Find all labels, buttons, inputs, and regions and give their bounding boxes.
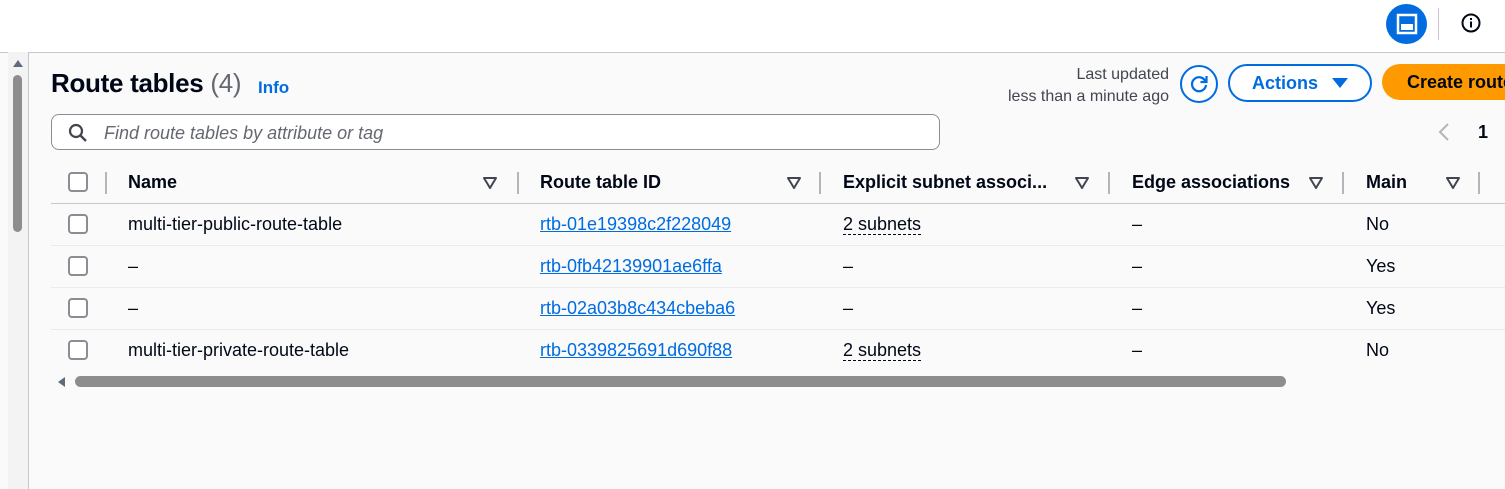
table-row[interactable]: multi-tier-private-route-table rtb-03398… — [51, 330, 1505, 371]
cell-main: Yes — [1366, 256, 1396, 276]
column-separator — [105, 172, 107, 194]
column-header-name[interactable]: Name — [128, 162, 177, 203]
route-table-id-link[interactable]: rtb-01e19398c2f228049 — [540, 214, 731, 235]
previous-page-button[interactable] — [1437, 122, 1451, 147]
refresh-button[interactable] — [1180, 65, 1218, 103]
column-header-main[interactable]: Main — [1366, 162, 1407, 203]
create-route-table-label: Create route table — [1407, 71, 1505, 92]
cell-name: multi-tier-public-route-table — [128, 214, 343, 234]
chevron-left-icon — [1438, 123, 1449, 141]
column-header-route-table-id[interactable]: Route table ID — [540, 162, 661, 203]
cell-name: – — [128, 256, 139, 276]
scroll-up-arrow-icon[interactable] — [13, 60, 23, 67]
scroll-left-arrow-icon[interactable] — [58, 377, 65, 387]
column-resizer[interactable] — [517, 172, 519, 194]
column-header-explicit-subnet[interactable]: Explicit subnet associ... — [843, 162, 1047, 203]
sort-icon[interactable] — [1075, 177, 1089, 189]
page-title-text: Route tables — [51, 68, 204, 98]
row-checkbox[interactable] — [68, 214, 88, 234]
last-updated-label: Last updated — [1076, 66, 1169, 83]
info-icon — [1461, 13, 1481, 33]
caret-down-icon — [1332, 78, 1348, 88]
search-input[interactable] — [102, 119, 926, 147]
vertical-scrollbar[interactable] — [8, 52, 29, 489]
row-checkbox[interactable] — [68, 340, 88, 360]
sort-icon[interactable] — [483, 177, 497, 189]
horizontal-scrollbar-thumb[interactable] — [75, 376, 1286, 387]
route-table-id-link[interactable]: rtb-02a03b8c434cbeba6 — [540, 298, 735, 319]
create-route-table-button[interactable]: Create route table — [1382, 64, 1505, 100]
cell-name: multi-tier-private-route-table — [128, 340, 350, 360]
route-table-id-link[interactable]: rtb-0fb42139901ae6ffa — [540, 256, 722, 277]
info-link[interactable]: Info — [258, 78, 289, 98]
column-resizer[interactable] — [819, 172, 821, 194]
column-resizer[interactable] — [1108, 172, 1110, 194]
search-field[interactable] — [51, 114, 940, 150]
cell-name: – — [128, 298, 139, 318]
route-table-count: (4) — [210, 68, 242, 98]
last-updated-value: less than a minute ago — [1008, 88, 1169, 105]
split-panel-toggle-button[interactable] — [1386, 4, 1427, 44]
split-panel-icon — [1396, 13, 1417, 35]
search-icon — [68, 123, 87, 142]
sort-icon[interactable] — [787, 177, 801, 189]
cell-edge-associations: – — [1132, 256, 1143, 276]
row-checkbox[interactable] — [68, 298, 88, 318]
top-navigation-bar — [0, 0, 1505, 53]
cell-subnet-associations: – — [843, 256, 854, 276]
cell-main: No — [1366, 340, 1390, 360]
actions-label: Actions — [1251, 72, 1318, 93]
table-row[interactable]: – rtb-02a03b8c434cbeba6 – – Yes — [51, 288, 1505, 330]
cell-main: No — [1366, 214, 1390, 234]
subnet-associations-popover[interactable]: 2 subnets — [843, 214, 922, 235]
column-resizer[interactable] — [1478, 172, 1480, 194]
topbar-divider — [1438, 8, 1439, 40]
refresh-icon — [1190, 76, 1208, 93]
route-table-id-link[interactable]: rtb-0339825691d690f88 — [540, 340, 732, 361]
select-all-checkbox[interactable] — [68, 172, 88, 192]
column-header-edge-associations[interactable]: Edge associations — [1132, 162, 1290, 203]
cell-edge-associations: – — [1132, 298, 1143, 318]
subnet-associations-popover[interactable]: 2 subnets — [843, 340, 922, 361]
sort-icon[interactable] — [1446, 177, 1460, 189]
cell-main: Yes — [1366, 298, 1396, 318]
table-row[interactable]: multi-tier-public-route-table rtb-01e193… — [51, 204, 1505, 246]
info-panel-button[interactable] — [1461, 13, 1481, 33]
cell-edge-associations: – — [1132, 340, 1143, 360]
page-title: Route tables (4) — [51, 68, 242, 99]
page-number-1[interactable]: 1 — [1478, 122, 1488, 143]
sort-icon[interactable] — [1309, 177, 1323, 189]
table-header: Name Route table ID Explicit subnet asso… — [51, 162, 1505, 204]
vertical-scrollbar-thumb[interactable] — [13, 75, 22, 232]
actions-dropdown-button[interactable]: Actions — [1228, 64, 1372, 102]
table-row[interactable]: – rtb-0fb42139901ae6ffa – – Yes — [51, 246, 1505, 288]
cell-edge-associations: – — [1132, 214, 1143, 234]
last-updated-text: Last updated less than a minute ago — [960, 64, 1169, 108]
row-checkbox[interactable] — [68, 256, 88, 276]
column-resizer[interactable] — [1342, 172, 1344, 194]
cell-subnet-associations: – — [843, 298, 854, 318]
